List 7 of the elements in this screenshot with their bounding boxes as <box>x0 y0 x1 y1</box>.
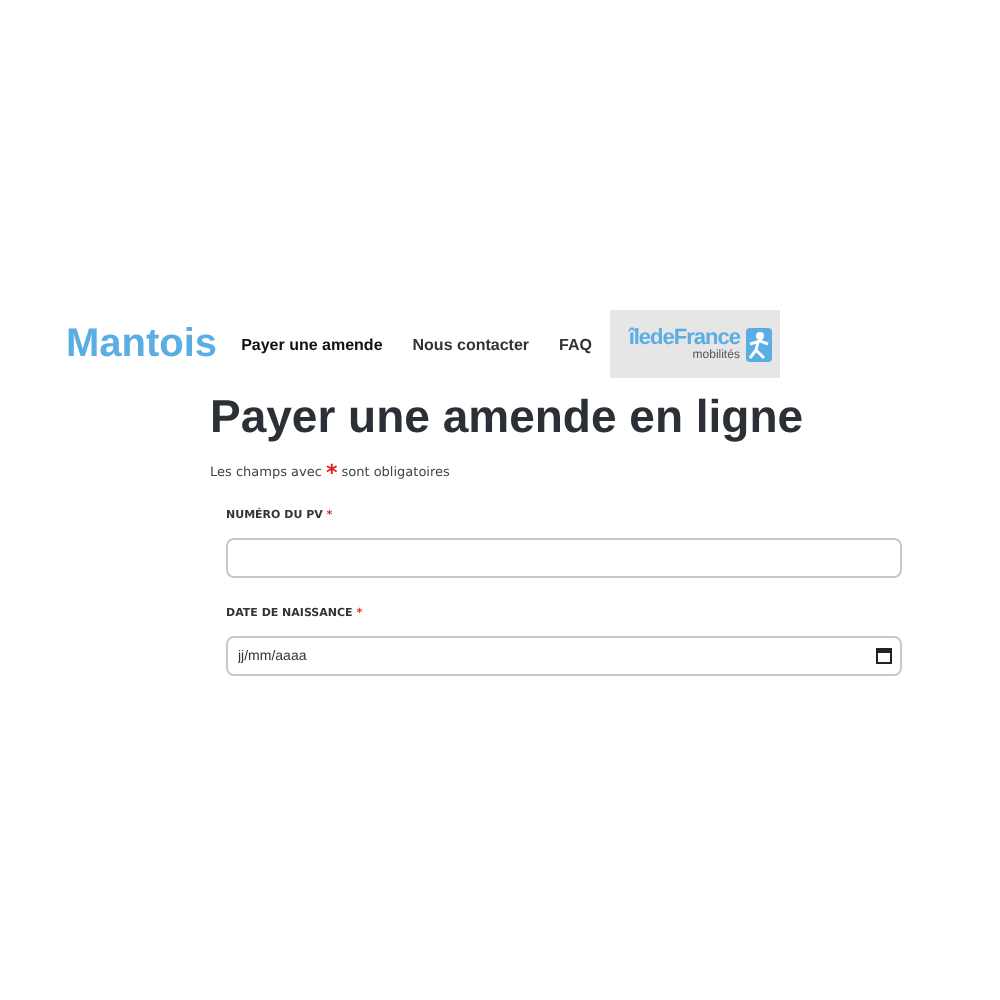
page-title: Payer une amende en ligne <box>210 390 806 444</box>
nav-link[interactable]: Nous contacter <box>412 335 529 353</box>
calendar-icon[interactable] <box>876 648 892 664</box>
nav-link[interactable]: FAQ <box>559 335 592 353</box>
required-mark: * <box>325 462 338 480</box>
nav-link[interactable]: Payer une amende <box>241 335 383 353</box>
input-field[interactable] <box>226 538 902 578</box>
